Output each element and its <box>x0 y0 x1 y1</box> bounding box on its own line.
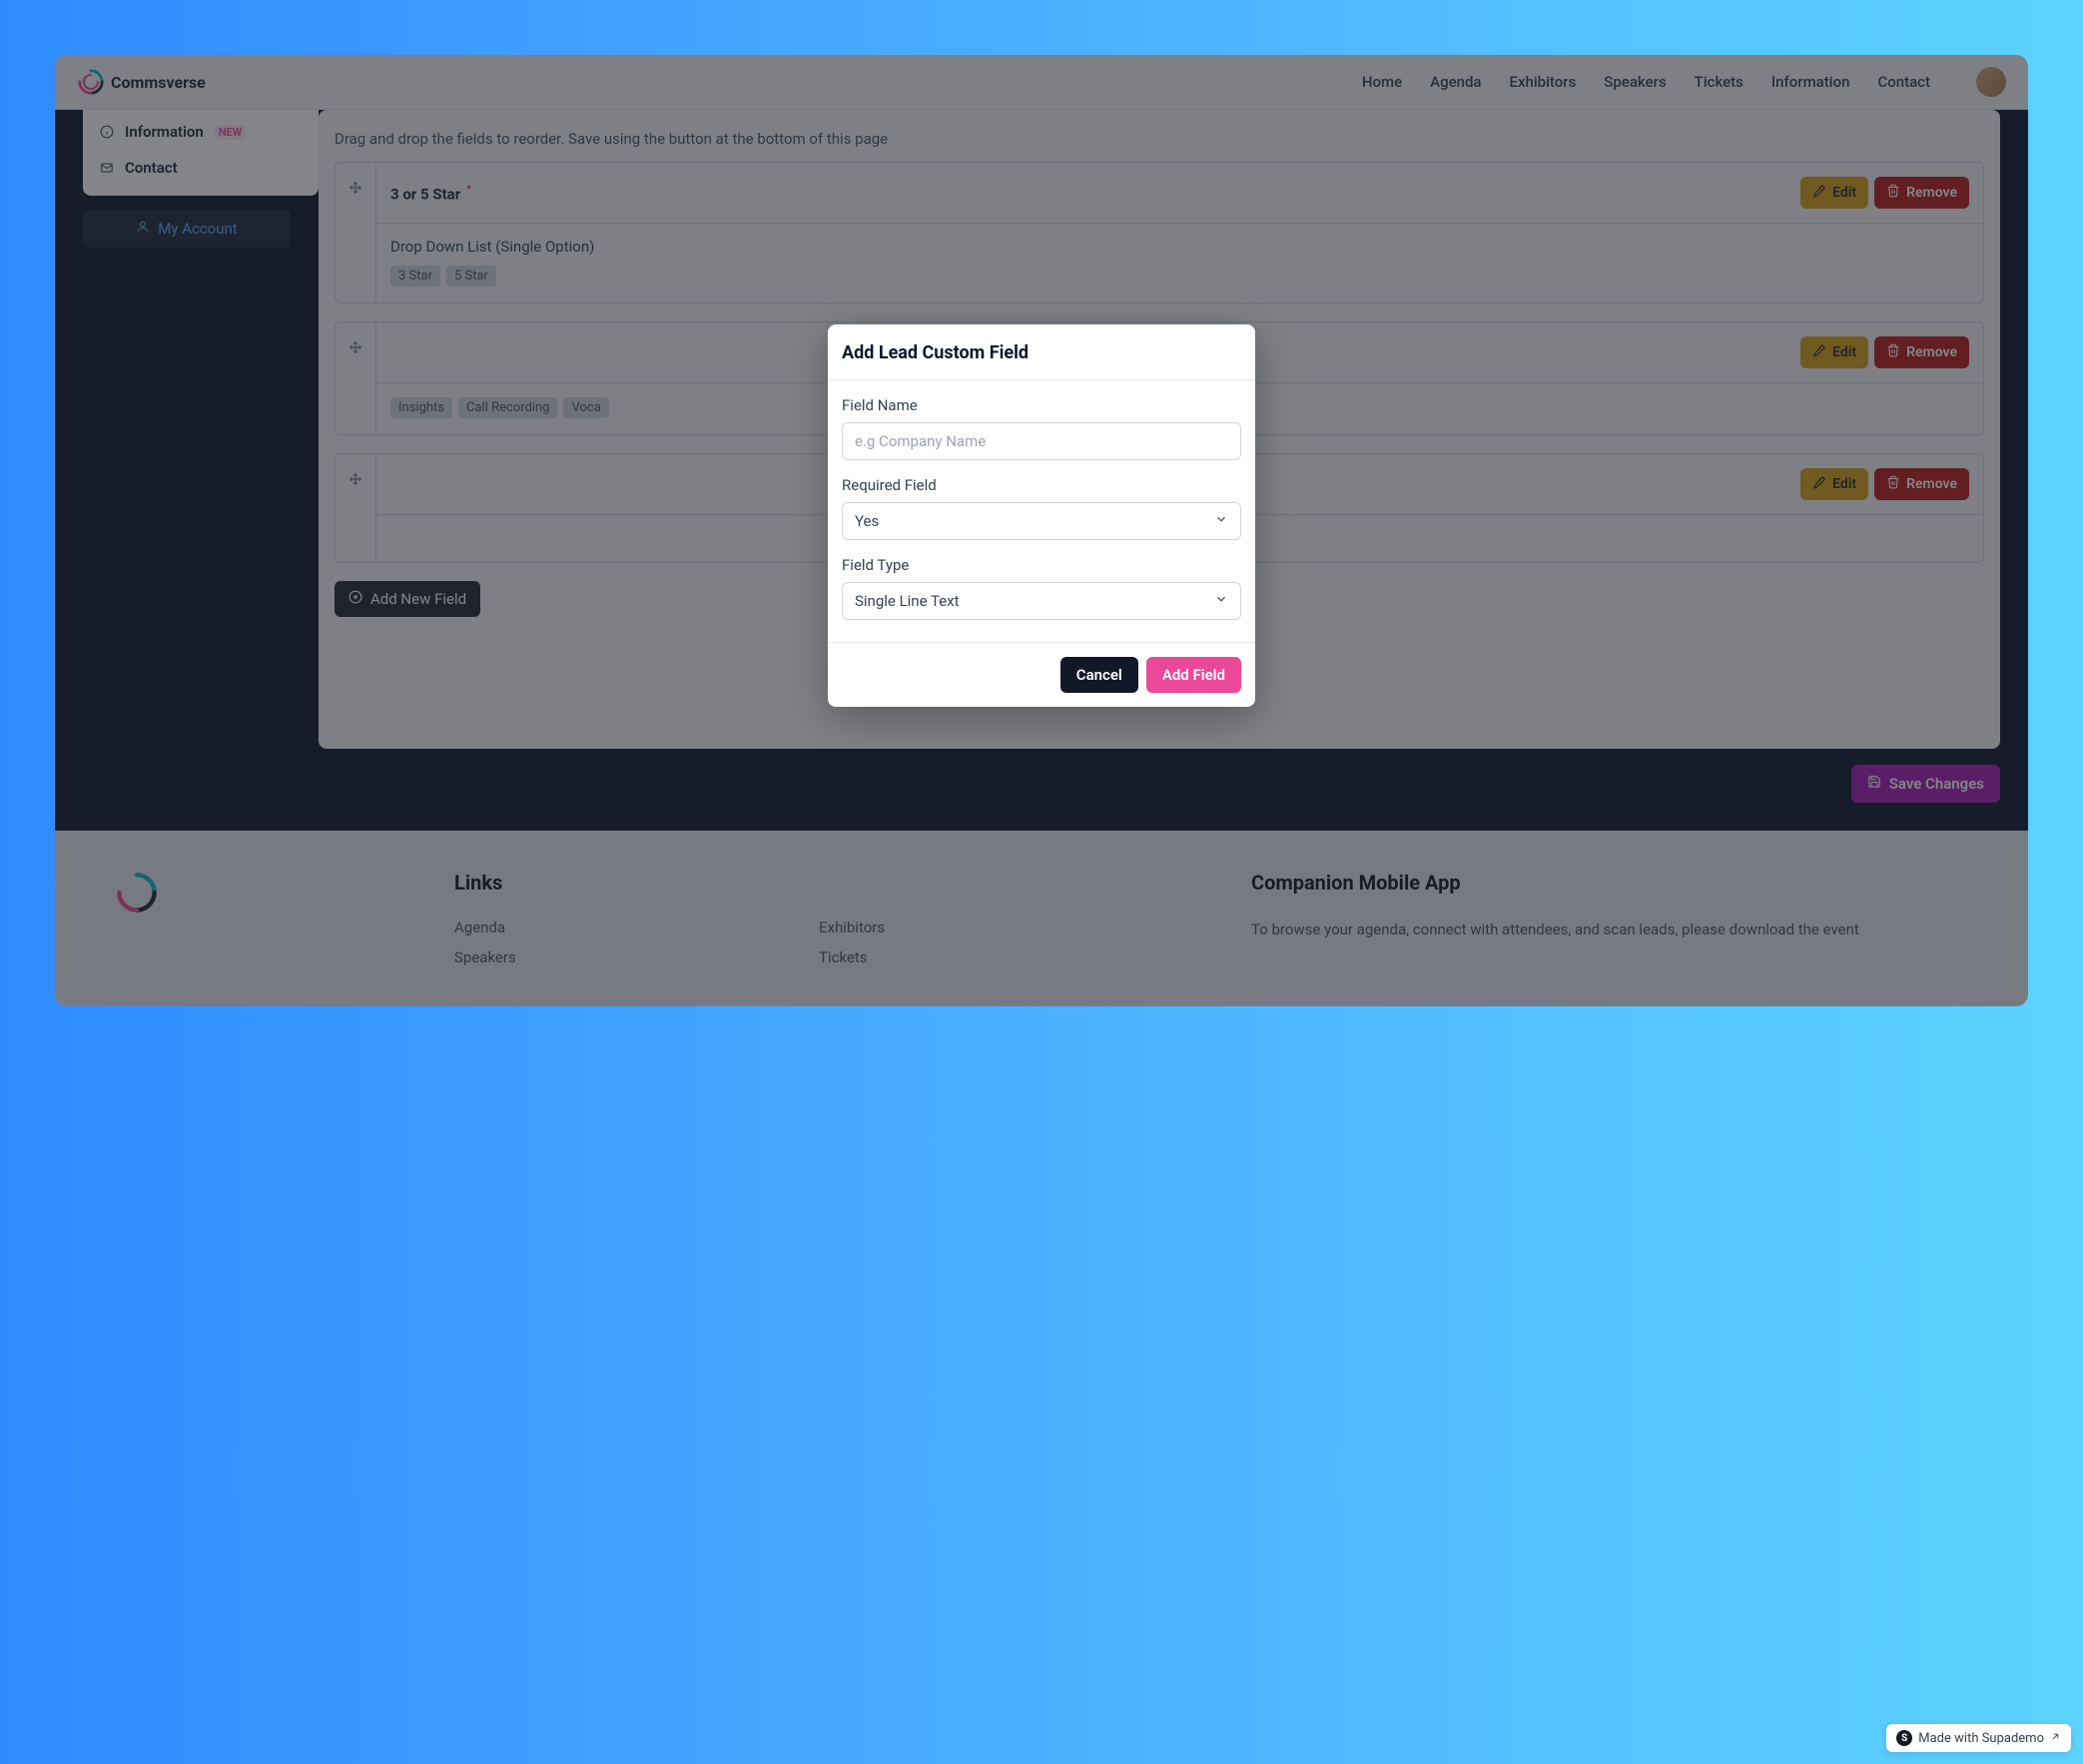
modal-header: Add Lead Custom Field <box>828 324 1255 380</box>
external-link-icon <box>2050 1731 2061 1746</box>
modal-body: Field Name Required Field Yes Field Type <box>828 380 1255 642</box>
supademo-icon: S <box>1896 1730 1912 1746</box>
required-field-value: Yes <box>855 512 879 530</box>
field-name-input[interactable] <box>842 422 1241 460</box>
form-group-field-name: Field Name <box>842 396 1241 460</box>
modal-footer: Cancel Add Field <box>828 642 1255 707</box>
form-group-required: Required Field Yes <box>842 476 1241 540</box>
modal: Add Lead Custom Field Field Name Require… <box>828 324 1255 707</box>
field-type-value: Single Line Text <box>855 592 960 610</box>
app-container: Commsverse Home Agenda Exhibitors Speake… <box>55 55 2028 1006</box>
supademo-text: Made with Supademo <box>1918 1731 2044 1746</box>
field-type-select[interactable]: Single Line Text <box>842 582 1241 620</box>
field-name-label: Field Name <box>842 396 1241 414</box>
cancel-button[interactable]: Cancel <box>1060 657 1138 693</box>
supademo-badge[interactable]: S Made with Supademo <box>1886 1724 2071 1752</box>
chevron-down-icon <box>1214 592 1228 610</box>
required-field-select[interactable]: Yes <box>842 502 1241 540</box>
modal-title: Add Lead Custom Field <box>842 342 1241 363</box>
field-type-label: Field Type <box>842 556 1241 574</box>
chevron-down-icon <box>1214 512 1228 530</box>
form-group-field-type: Field Type Single Line Text <box>842 556 1241 620</box>
required-field-label: Required Field <box>842 476 1241 494</box>
modal-overlay[interactable]: Add Lead Custom Field Field Name Require… <box>55 55 2028 1006</box>
add-field-button[interactable]: Add Field <box>1146 657 1241 693</box>
